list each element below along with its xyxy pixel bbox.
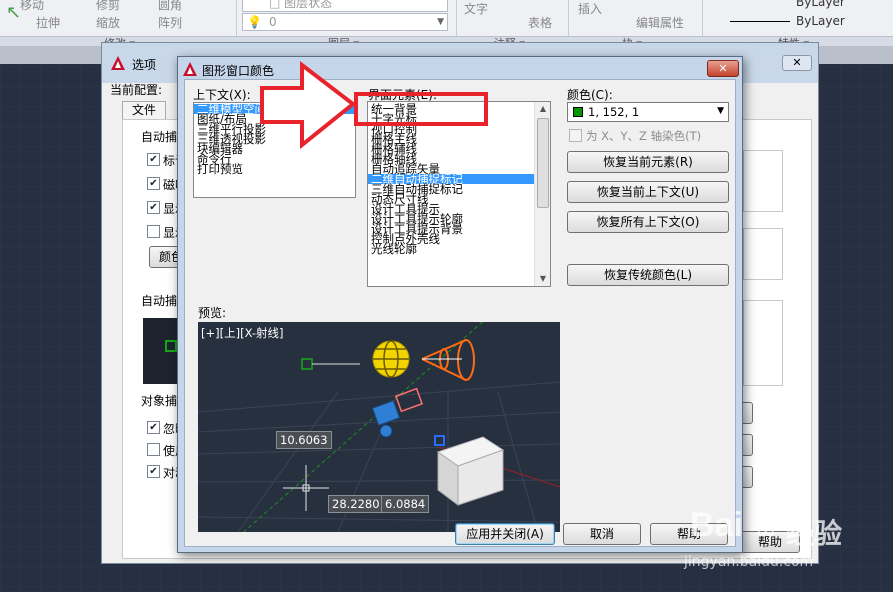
context-list-item[interactable]: 打印预览 (194, 163, 355, 175)
tint-axis-checkbox[interactable] (569, 129, 582, 142)
tab-file[interactable]: 文件 (122, 101, 166, 120)
help-button[interactable]: 帮助 (650, 523, 728, 545)
preview-viewport: [+][上][X-射线] 10.6063 28.2280 6.0884 (198, 322, 560, 532)
interface-list-scrollbar[interactable]: ▲ ▼ (534, 102, 550, 286)
restore-classic-colors-button[interactable]: 恢复传统颜色(L) (567, 264, 729, 286)
viewport-controls-label: [+][上][X-射线] (201, 326, 284, 340)
chevron-down-icon: ▼ (437, 17, 444, 27)
autocad-logo-icon (110, 55, 126, 71)
ribbon-array[interactable]: 阵列 (158, 14, 182, 31)
current-profile-label: 当前配置: (110, 83, 163, 97)
highlight-box (354, 92, 488, 126)
chevron-down-icon: ▼ (717, 106, 724, 116)
options-title: 选项 (132, 58, 157, 72)
dimension-value-3: 6.0884 (381, 495, 430, 513)
scroll-thumb[interactable] (537, 118, 549, 208)
pointer-arrow-icon (260, 60, 357, 150)
ribbon-stretch[interactable]: 拉伸 (36, 14, 60, 31)
checkbox-dynamic[interactable]: ✔ (147, 465, 160, 478)
autosnap-group-label: 自动捕 (141, 130, 178, 144)
options-help-button[interactable]: 帮助 (740, 531, 800, 553)
ribbon-trim[interactable]: 修剪 (96, 0, 120, 13)
close-icon: ✕ (718, 62, 728, 75)
autosnap-size-label: 自动捕 (141, 294, 178, 308)
checkbox-tooltip[interactable]: ✔ (147, 201, 160, 214)
apply-and-close-button[interactable]: 应用并关闭(A) (455, 523, 555, 545)
object-snap-group-label: 对象捕 (141, 394, 178, 408)
tutorial-annotation (260, 60, 488, 150)
linetype-sample (730, 21, 790, 22)
cursor-icon: ↖ (6, 2, 22, 23)
cancel-button[interactable]: 取消 (563, 523, 641, 545)
checkbox-marker[interactable]: ✔ (147, 153, 160, 166)
right-group-box (743, 150, 783, 212)
autocad-logo-icon (182, 61, 198, 77)
layer-combo[interactable]: 💡 0 ▼ (242, 13, 448, 31)
right-group-box (743, 300, 783, 386)
color-combo[interactable]: 1, 152, 1 ▼ (567, 102, 729, 122)
ribbon-table[interactable]: 表格 (528, 14, 552, 31)
ribbon-scale[interactable]: 缩放 (96, 14, 120, 31)
bylayer-2[interactable]: ByLayer (796, 14, 845, 28)
ribbon-edit-attributes[interactable]: 编辑属性 (636, 14, 684, 31)
bylayer-1[interactable]: ByLayer (796, 0, 845, 9)
close-button[interactable]: ✕ (707, 60, 739, 77)
tint-axis-label: 为 X、Y、Z 轴染色(T) (586, 129, 702, 143)
interface-list-item[interactable]: 光线轮廓 (368, 243, 534, 255)
ribbon-move[interactable]: 移动 (20, 0, 44, 13)
checkbox-aperture[interactable] (147, 225, 160, 238)
right-group-box (743, 228, 783, 280)
context-label: 上下文(X): (193, 88, 251, 102)
color-label: 颜色(C): (567, 88, 613, 102)
color-value: 1, 152, 1 (588, 105, 640, 119)
checkbox-use[interactable] (147, 443, 160, 456)
restore-all-contexts-button[interactable]: 恢复所有上下文(O) (567, 211, 729, 233)
snap-marker-icon (165, 340, 177, 352)
ribbon-fillet[interactable]: 圆角 (158, 0, 182, 13)
layer-state-combo[interactable]: □ 图层状态 (242, 0, 448, 12)
lightbulb-icon: 💡 (247, 15, 262, 29)
close-icon[interactable]: ✕ (782, 55, 812, 71)
scroll-down-icon[interactable]: ▼ (535, 272, 550, 286)
restore-current-element-button[interactable]: 恢复当前元素(R) (567, 151, 729, 173)
checkbox-magnet[interactable]: ✔ (147, 177, 160, 190)
ribbon-insert[interactable]: 插入 (578, 0, 602, 17)
ribbon-text[interactable]: 文字 (464, 0, 488, 17)
dimension-value-1: 10.6063 (276, 431, 332, 449)
color-swatch (573, 107, 583, 117)
checkbox-ignore[interactable]: ✔ (147, 421, 160, 434)
scroll-up-icon[interactable]: ▲ (535, 102, 550, 116)
restore-current-context-button[interactable]: 恢复当前上下文(U) (567, 181, 729, 203)
preview-label: 预览: (198, 306, 227, 320)
dimension-value-2: 28.2280 (328, 495, 384, 513)
